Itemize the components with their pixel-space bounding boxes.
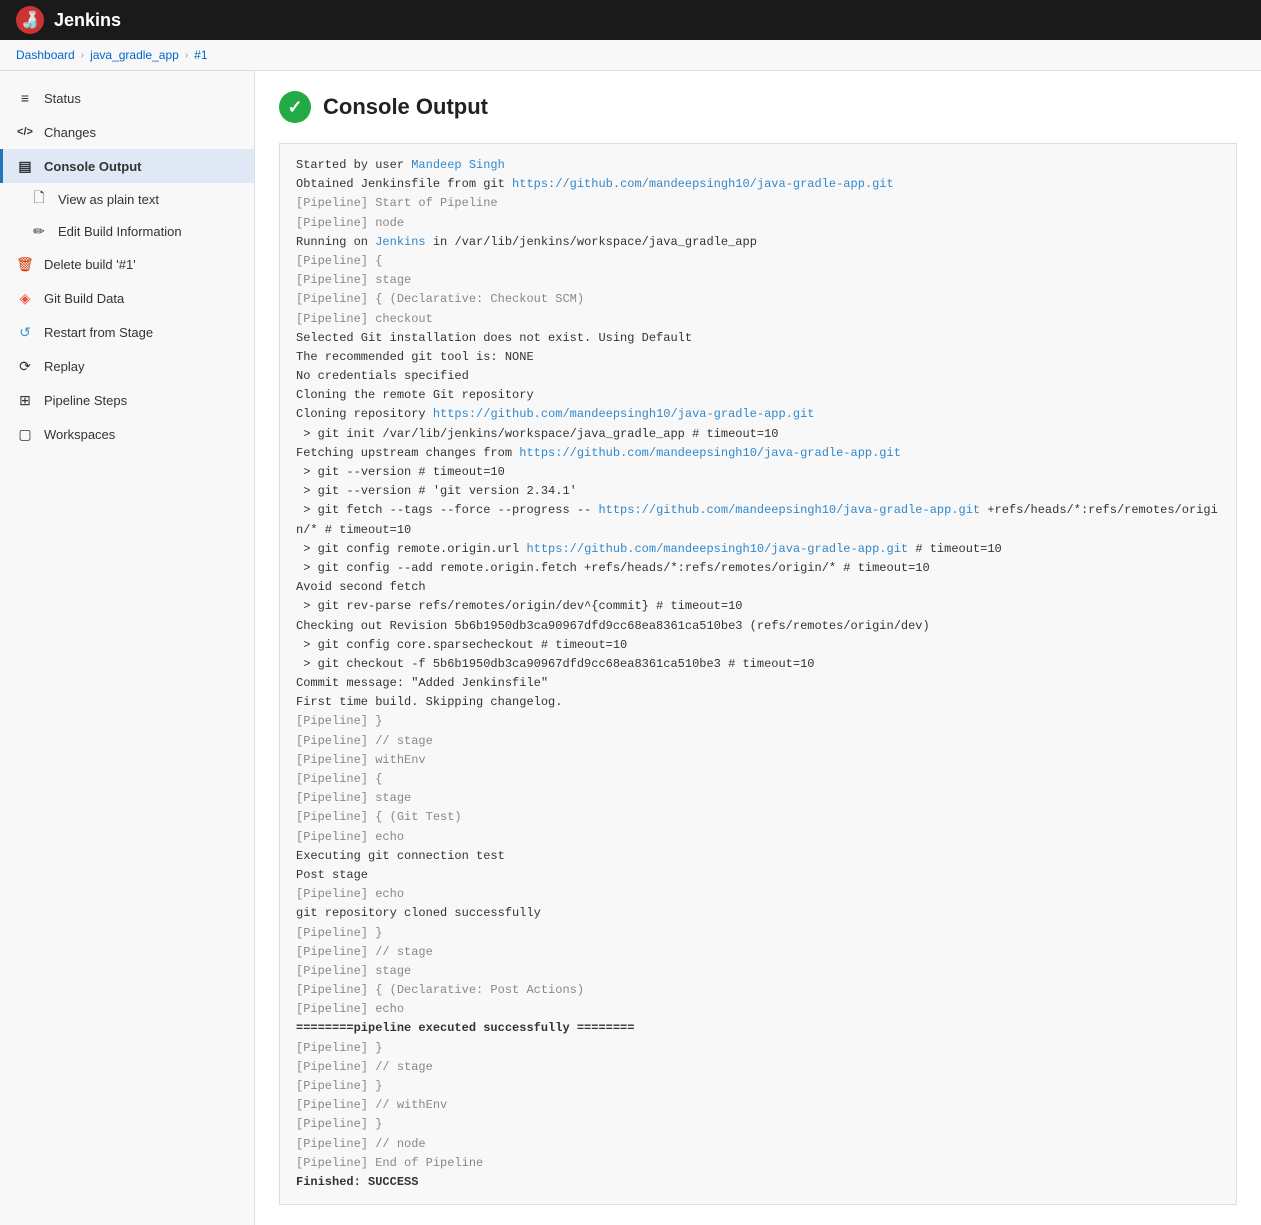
sidebar-item-restart-from-stage[interactable]: ↺ Restart from Stage xyxy=(0,315,254,349)
breadcrumb-dashboard[interactable]: Dashboard xyxy=(16,48,75,62)
sidebar-label-git-build-data: Git Build Data xyxy=(44,291,124,306)
jenkins-link[interactable]: Jenkins xyxy=(375,235,425,249)
clone-url-1[interactable]: https://github.com/mandeepsingh10/java-g… xyxy=(433,407,815,421)
pipeline-start: [Pipeline] Start of Pipeline [Pipeline] … xyxy=(296,196,498,229)
pipeline-echo: [Pipeline] echo xyxy=(296,887,404,901)
sidebar-label-replay: Replay xyxy=(44,359,84,374)
breadcrumb-build[interactable]: #1 xyxy=(194,48,207,62)
sidebar-label-delete-build: Delete build '#1' xyxy=(44,257,136,272)
success-icon: ✓ xyxy=(279,91,311,123)
sidebar-item-workspaces[interactable]: ▢ Workspaces xyxy=(0,417,254,451)
sidebar-item-changes[interactable]: </> Changes xyxy=(0,115,254,149)
running-on-pre: Running on xyxy=(296,235,375,249)
pipeline-icon: ⊞ xyxy=(16,391,34,409)
main-layout: ≡ Status </> Changes ▤ Console Output 🗋 … xyxy=(0,71,1261,1225)
app-header: 🍶 Jenkins xyxy=(0,0,1261,40)
started-by-text: Started by user xyxy=(296,158,411,172)
jenkinsfile-url[interactable]: https://github.com/mandeepsingh10/java-g… xyxy=(512,177,894,191)
page-header: ✓ Console Output xyxy=(279,91,1237,123)
pipeline-block-4: [Pipeline] } [Pipeline] // stage [Pipeli… xyxy=(296,1041,483,1170)
sidebar-label-workspaces: Workspaces xyxy=(44,427,115,442)
sidebar-label-status: Status xyxy=(44,91,81,106)
status-icon: ≡ xyxy=(16,89,34,107)
restart-icon: ↺ xyxy=(16,323,34,341)
console-icon: ▤ xyxy=(16,157,34,175)
pipeline-block-3: [Pipeline] } [Pipeline] // stage [Pipeli… xyxy=(296,926,584,1017)
fetch-url[interactable]: https://github.com/mandeepsingh10/java-g… xyxy=(519,446,901,460)
app-title: Jenkins xyxy=(54,10,121,31)
jenkins-logo: 🍶 xyxy=(16,6,44,34)
pipeline-block-1: [Pipeline] { [Pipeline] stage [Pipeline]… xyxy=(296,254,584,326)
breadcrumb-sep-1: › xyxy=(81,50,84,61)
changes-icon: </> xyxy=(16,123,34,141)
sidebar-label-pipeline-steps: Pipeline Steps xyxy=(44,393,127,408)
sidebar-item-view-plain-text[interactable]: 🗋 View as plain text xyxy=(0,183,254,215)
console-output-area: Started by user Mandeep Singh Obtained J… xyxy=(279,143,1237,1205)
sidebar-item-edit-build-info[interactable]: ✏ Edit Build Information xyxy=(0,215,254,247)
sidebar-label-restart-from-stage: Restart from Stage xyxy=(44,325,153,340)
main-content: ✓ Console Output Started by user Mandeep… xyxy=(255,71,1261,1225)
finished-status: Finished: SUCCESS xyxy=(296,1175,418,1189)
plain-text-icon: 🗋 xyxy=(30,190,48,208)
sidebar-item-pipeline-steps[interactable]: ⊞ Pipeline Steps xyxy=(0,383,254,417)
sidebar-item-git-build-data[interactable]: ◈ Git Build Data xyxy=(0,281,254,315)
pipeline-success-msg: ========pipeline executed successfully =… xyxy=(296,1021,634,1035)
obtained-text: Obtained Jenkinsfile from git xyxy=(296,177,512,191)
user-link[interactable]: Mandeep Singh xyxy=(411,158,505,172)
breadcrumb-project[interactable]: java_gradle_app xyxy=(90,48,179,62)
sidebar: ≡ Status </> Changes ▤ Console Output 🗋 … xyxy=(0,71,255,1225)
page-title: Console Output xyxy=(323,94,488,120)
workspaces-icon: ▢ xyxy=(16,425,34,443)
fetch-url-2[interactable]: https://github.com/mandeepsingh10/java-g… xyxy=(598,503,980,517)
sidebar-item-delete-build[interactable]: 🗑 Delete build '#1' xyxy=(0,247,254,281)
git-icon: ◈ xyxy=(16,289,34,307)
delete-icon: 🗑 xyxy=(16,255,34,273)
sidebar-label-edit-build-info: Edit Build Information xyxy=(58,224,182,239)
sidebar-label-console-output: Console Output xyxy=(44,159,142,174)
replay-icon: ⟳ xyxy=(16,357,34,375)
edit-icon: ✏ xyxy=(30,222,48,240)
pipeline-block-2: [Pipeline] } [Pipeline] // stage [Pipeli… xyxy=(296,714,462,843)
config-url[interactable]: https://github.com/mandeepsingh10/java-g… xyxy=(526,542,908,556)
sidebar-item-status[interactable]: ≡ Status xyxy=(0,81,254,115)
running-on-post: in /var/lib/jenkins/workspace/java_gradl… xyxy=(426,235,757,249)
sidebar-label-changes: Changes xyxy=(44,125,96,140)
sidebar-item-replay[interactable]: ⟳ Replay xyxy=(0,349,254,383)
sidebar-label-view-plain-text: View as plain text xyxy=(58,192,159,207)
breadcrumb: Dashboard › java_gradle_app › #1 xyxy=(0,40,1261,71)
logo-icon: 🍶 xyxy=(20,10,40,30)
breadcrumb-sep-2: › xyxy=(185,50,188,61)
sidebar-item-console-output[interactable]: ▤ Console Output xyxy=(0,149,254,183)
